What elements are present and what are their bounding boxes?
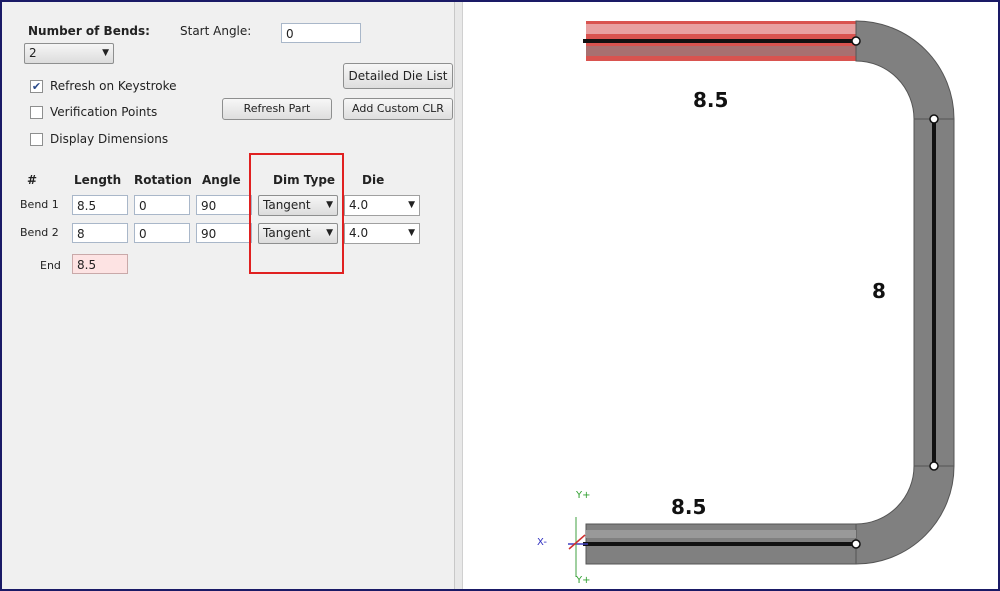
bend-settings-panel: Number of Bends: 2 ▼ Start Angle: 0 ✔ Re… [10, 2, 459, 589]
chevron-down-icon: ▼ [102, 48, 109, 58]
col-header-rotation: Rotation [134, 173, 192, 187]
detailed-die-list-button[interactable]: Detailed Die List [343, 63, 453, 89]
lower-bend[interactable] [855, 465, 955, 565]
bend-1-length-input[interactable]: 8.5 [72, 195, 128, 215]
verification-points-label: Verification Points [50, 105, 158, 119]
chevron-down-icon: ▼ [408, 200, 415, 210]
number-of-bends-select[interactable]: 2 ▼ [24, 43, 114, 64]
dim-label-bottom: 8.5 [671, 495, 707, 519]
start-angle-label: Start Angle: [180, 24, 252, 38]
z-axis-line [568, 534, 586, 550]
bend-2-angle-input[interactable]: 90 [196, 223, 252, 243]
col-header-angle: Angle [202, 173, 241, 187]
bend-2-rotation-input[interactable]: 0 [134, 223, 190, 243]
bend-1-angle-input[interactable]: 90 [196, 195, 252, 215]
dim-type-highlight [249, 153, 344, 274]
axis-label-x: X- [537, 537, 547, 548]
chevron-down-icon: ▼ [408, 228, 415, 238]
dim-label-top: 8.5 [693, 88, 729, 112]
col-header-length: Length [74, 173, 122, 187]
refresh-on-keystroke-label: Refresh on Keystroke [50, 79, 177, 93]
upper-bend[interactable] [855, 20, 955, 120]
row-label-bend-2: Bend 2 [20, 226, 59, 239]
row-label-bend-1: Bend 1 [20, 198, 59, 211]
verification-points-checkbox[interactable] [30, 106, 43, 119]
bend-2-length-input[interactable]: 8 [72, 223, 128, 243]
tube-drawing [568, 20, 955, 577]
axis-label-y-bottom: Y+ [576, 575, 591, 586]
bend-2-die-select[interactable]: 4.0 ▼ [344, 223, 420, 244]
start-angle-input[interactable]: 0 [281, 23, 361, 43]
refresh-on-keystroke-checkbox[interactable]: ✔ [30, 80, 43, 93]
axis-label-y-top: Y+ [576, 490, 591, 501]
dim-label-right: 8 [872, 279, 886, 303]
row-label-end: End [40, 259, 61, 272]
part-viewport[interactable]: 8.5 8 8.5 Y+ X- Y+ [462, 2, 998, 589]
col-header-die: Die [362, 173, 385, 187]
refresh-part-button[interactable]: Refresh Part [222, 98, 332, 120]
add-custom-clr-button[interactable]: Add Custom CLR [343, 98, 453, 120]
bend-1-die-select[interactable]: 4.0 ▼ [344, 195, 420, 216]
bend-1-die-value: 4.0 [349, 198, 369, 212]
display-dimensions-label: Display Dimensions [50, 132, 169, 146]
bend-2-die-value: 4.0 [349, 226, 369, 240]
col-header-index: # [27, 173, 38, 187]
number-of-bends-label: Number of Bends: [28, 24, 150, 38]
app-window: Number of Bends: 2 ▼ Start Angle: 0 ✔ Re… [0, 0, 1000, 591]
end-length-input[interactable]: 8.5 [72, 254, 128, 274]
display-dimensions-checkbox[interactable] [30, 133, 43, 146]
number-of-bends-value: 2 [29, 46, 37, 60]
bend-1-rotation-input[interactable]: 0 [134, 195, 190, 215]
